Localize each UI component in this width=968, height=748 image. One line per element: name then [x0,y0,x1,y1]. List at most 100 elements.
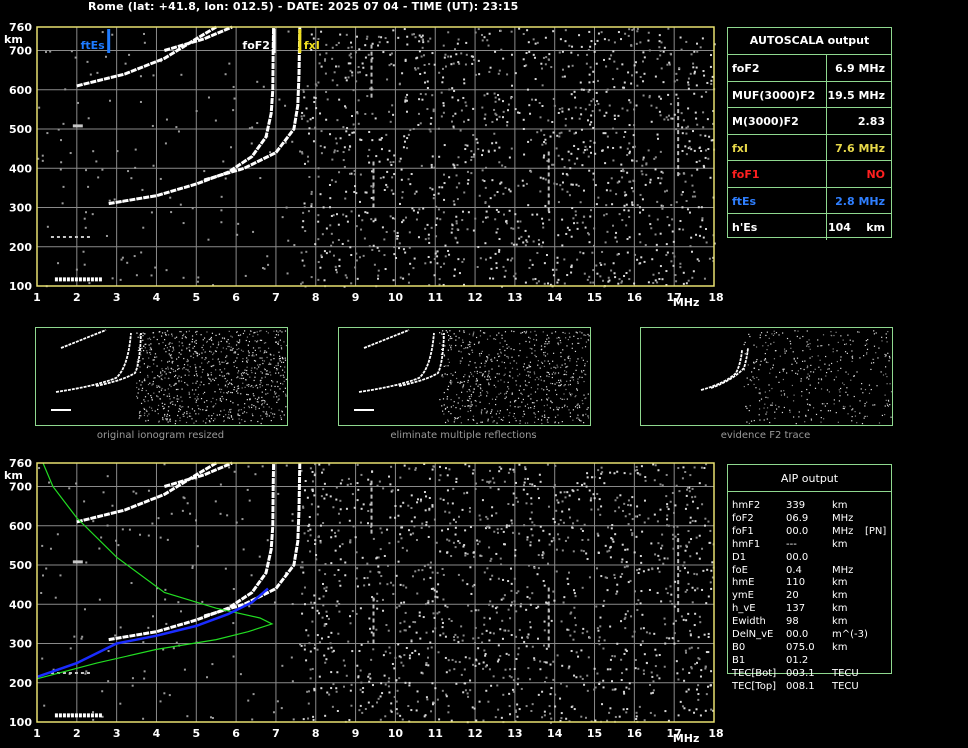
noise-dot [301,566,304,569]
noise-dot [549,663,552,666]
noise-dot [515,481,518,484]
noise-dot [441,567,444,570]
thumb-dot [161,387,163,390]
noise-dot [116,150,119,153]
thumb-dot [577,378,579,380]
noise-dot [595,203,598,206]
noise-dot [659,182,662,185]
noise-dot [691,586,694,589]
noise-dot [612,262,615,265]
noise-dot [351,74,354,77]
thumb-dot [577,337,579,340]
noise-dot [681,126,684,129]
thumb-dot [255,384,258,386]
noise-dot [633,630,636,633]
noise-dot [448,511,451,514]
noise-dot [606,88,609,91]
noise-dot [439,266,442,269]
noise-dot [685,132,688,135]
cell-divider [826,187,827,213]
thumb-dot [156,365,158,367]
noise-dot [707,148,710,151]
noise-dot [583,149,586,152]
noise-dot [182,276,185,279]
noise-dot [697,684,700,687]
thumb-dot [480,362,482,364]
noise-dot [482,667,485,670]
noise-dot [512,690,515,693]
thumb-dot [504,354,506,356]
noise-dot [312,718,315,721]
noise-dot [432,612,435,615]
noise-dot [414,621,417,624]
noise-dot [513,577,516,580]
noise-dot [603,639,606,642]
noise-dot [329,224,332,227]
noise-dot [442,111,445,114]
thumb-dot [164,377,166,379]
thumb-dot [150,349,153,351]
thumb-dot [456,377,458,380]
noise-dot [302,506,305,509]
noise-dot [355,225,358,228]
thumb-dot [764,359,767,361]
noise-dot [464,689,467,692]
thumb-dot [154,377,156,379]
thumb-dot [236,377,238,379]
noise-dot [590,497,593,500]
noise-dot [557,533,560,536]
noise-dot [481,39,484,42]
noise-dot [672,547,675,550]
noise-dot [337,238,340,241]
thumb-dot [447,420,450,422]
thumb-dot [529,371,531,373]
noise-dot [195,110,198,113]
noise-dot [527,41,530,44]
noise-dot [573,674,576,677]
thumb-dot [768,390,771,392]
thumb-dot [756,358,758,361]
thumb-dot [269,353,271,355]
thumb-dot [442,376,444,378]
noise-dot [605,90,608,93]
thumb-dot [767,397,769,399]
noise-dot [502,100,505,103]
noise-dot [596,39,599,42]
thumb-dot [144,396,147,398]
noise-dot [462,634,465,637]
noise-dot [463,120,466,123]
noise-dot [493,530,496,533]
noise-dot [596,492,599,495]
noise-dot [318,569,321,572]
noise-dot [456,636,459,639]
thumb-dot [251,385,253,387]
noise-dot [486,517,489,520]
thumb-dot [484,362,486,364]
noise-dot [563,596,566,599]
noise-dot [567,583,570,586]
thumb-dot [206,406,208,408]
thumb-dot [177,368,179,371]
thumb-dot [236,389,238,391]
noise-dot [207,238,210,241]
noise-dot [456,198,459,201]
noise-dot [695,66,698,69]
thumb-dot [232,418,234,420]
noise-dot [667,27,670,30]
thumb-dot [568,332,570,334]
noise-dot [592,178,595,181]
thumb-dot [191,335,194,337]
noise-dot [309,467,312,470]
thumb-dot [800,378,802,380]
noise-dot [405,110,408,113]
noise-dot [462,96,465,99]
thumb-dot [555,367,557,369]
noise-dot [555,509,558,512]
noise-dot [579,251,582,254]
noise-dot [197,276,200,279]
noise-dot [344,574,347,577]
noise-dot [310,203,313,206]
noise-dot [452,541,455,544]
noise-dot [182,222,185,225]
noise-dot [632,179,635,182]
